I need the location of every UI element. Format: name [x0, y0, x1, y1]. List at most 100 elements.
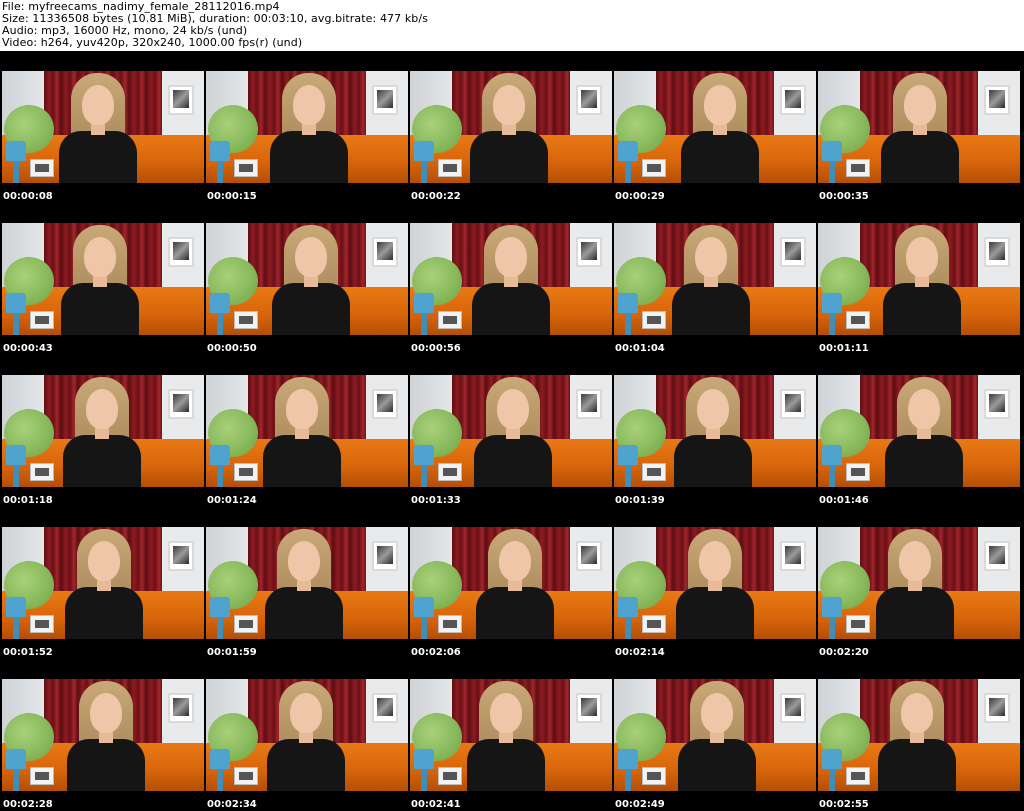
- person: [879, 377, 969, 487]
- laptop: [846, 767, 870, 785]
- thumbnail-timestamp: 00:01:11: [819, 343, 869, 354]
- thumbnail-cell: 00:01:39: [612, 355, 816, 507]
- thumbnail-timestamp: 00:00:15: [207, 191, 257, 202]
- video-frame-image: [206, 527, 408, 639]
- laptop: [642, 767, 666, 785]
- person: [875, 73, 965, 183]
- thumbnail-timestamp: 00:02:41: [411, 799, 461, 810]
- video-frame-image: [206, 375, 408, 487]
- video-frame-image: [818, 223, 1020, 335]
- laptop: [846, 159, 870, 177]
- wall-poster: [168, 85, 194, 115]
- blue-lamp: [822, 597, 842, 617]
- thumbnail-timestamp: 00:01:18: [3, 495, 53, 506]
- person: [53, 73, 143, 183]
- thumbnail-cell: 00:01:24: [204, 355, 408, 507]
- thumbnail-timestamp: 00:02:34: [207, 799, 257, 810]
- wall-poster: [984, 693, 1010, 723]
- thumbnail-timestamp: 00:00:50: [207, 343, 257, 354]
- wall-poster: [780, 389, 806, 419]
- wall-poster: [372, 237, 398, 267]
- laptop: [438, 767, 462, 785]
- thumbnail-cell: 00:00:22: [408, 51, 612, 203]
- thumbnail-cell: 00:00:50: [204, 203, 408, 355]
- file-info-header: File: myfreecams_nadimy_female_28112016.…: [0, 0, 1024, 50]
- thumbnail-timestamp: 00:01:33: [411, 495, 461, 506]
- video-frame-image: [410, 71, 612, 183]
- thumbnail-cell: 00:02:55: [816, 659, 1020, 811]
- thumbnail-timestamp: 00:00:56: [411, 343, 461, 354]
- blue-lamp: [618, 597, 638, 617]
- laptop: [30, 311, 54, 329]
- blue-lamp: [618, 141, 638, 161]
- person: [55, 225, 145, 335]
- video-frame-image: [410, 375, 612, 487]
- blue-lamp: [210, 141, 230, 161]
- thumbnail-timestamp: 00:02:49: [615, 799, 665, 810]
- thumbnail-cell: 00:01:11: [816, 203, 1020, 355]
- laptop: [642, 463, 666, 481]
- video-frame-image: [410, 223, 612, 335]
- blue-lamp: [6, 749, 26, 769]
- thumbnail-timestamp: 00:00:35: [819, 191, 869, 202]
- wall-poster: [984, 85, 1010, 115]
- thumbnail-cell: 00:01:04: [612, 203, 816, 355]
- wall-poster: [576, 541, 602, 571]
- thumbnail-cell: 00:00:43: [0, 203, 204, 355]
- person: [466, 225, 556, 335]
- person: [261, 681, 351, 791]
- wall-poster: [780, 541, 806, 571]
- video-frame-image: [614, 527, 816, 639]
- thumbnail-timestamp: 00:02:28: [3, 799, 53, 810]
- thumbnail-cell: 00:01:18: [0, 355, 204, 507]
- thumbnail-cell: 00:01:33: [408, 355, 612, 507]
- laptop: [30, 159, 54, 177]
- thumbnail-cell: 00:02:34: [204, 659, 408, 811]
- thumbnail-cell: 00:00:29: [612, 51, 816, 203]
- laptop: [642, 159, 666, 177]
- video-frame-image: [818, 527, 1020, 639]
- blue-lamp: [822, 293, 842, 313]
- blue-lamp: [210, 293, 230, 313]
- video-info-line: Video: h264, yuv420p, 320x240, 1000.00 f…: [2, 36, 303, 49]
- thumbnail-timestamp: 00:01:24: [207, 495, 257, 506]
- person: [670, 529, 760, 639]
- wall-poster: [168, 237, 194, 267]
- wall-poster: [168, 693, 194, 723]
- blue-lamp: [6, 293, 26, 313]
- person: [464, 73, 554, 183]
- blue-lamp: [414, 141, 434, 161]
- person: [257, 377, 347, 487]
- laptop: [438, 463, 462, 481]
- blue-lamp: [414, 293, 434, 313]
- thumbnail-cell: 00:00:56: [408, 203, 612, 355]
- wall-poster: [576, 389, 602, 419]
- video-frame-image: [818, 679, 1020, 791]
- wall-poster: [576, 237, 602, 267]
- thumbnail-cell: 00:00:15: [204, 51, 408, 203]
- laptop: [438, 615, 462, 633]
- laptop: [234, 311, 258, 329]
- laptop: [642, 311, 666, 329]
- video-frame-image: [818, 375, 1020, 487]
- wall-poster: [168, 541, 194, 571]
- blue-lamp: [822, 749, 842, 769]
- video-frame-image: [614, 71, 816, 183]
- thumbnail-timestamp: 00:01:46: [819, 495, 869, 506]
- person: [468, 377, 558, 487]
- blue-lamp: [822, 445, 842, 465]
- wall-poster: [576, 85, 602, 115]
- person: [61, 681, 151, 791]
- thumbnail-cell: 00:01:46: [816, 355, 1020, 507]
- video-frame-image: [2, 679, 204, 791]
- blue-lamp: [822, 141, 842, 161]
- thumbnail-cell: 00:01:59: [204, 507, 408, 659]
- blue-lamp: [618, 293, 638, 313]
- thumbnail-timestamp: 00:00:29: [615, 191, 665, 202]
- laptop: [234, 159, 258, 177]
- video-frame-image: [614, 679, 816, 791]
- thumbnail-timestamp: 00:02:06: [411, 647, 461, 658]
- wall-poster: [780, 237, 806, 267]
- person: [870, 529, 960, 639]
- laptop: [846, 463, 870, 481]
